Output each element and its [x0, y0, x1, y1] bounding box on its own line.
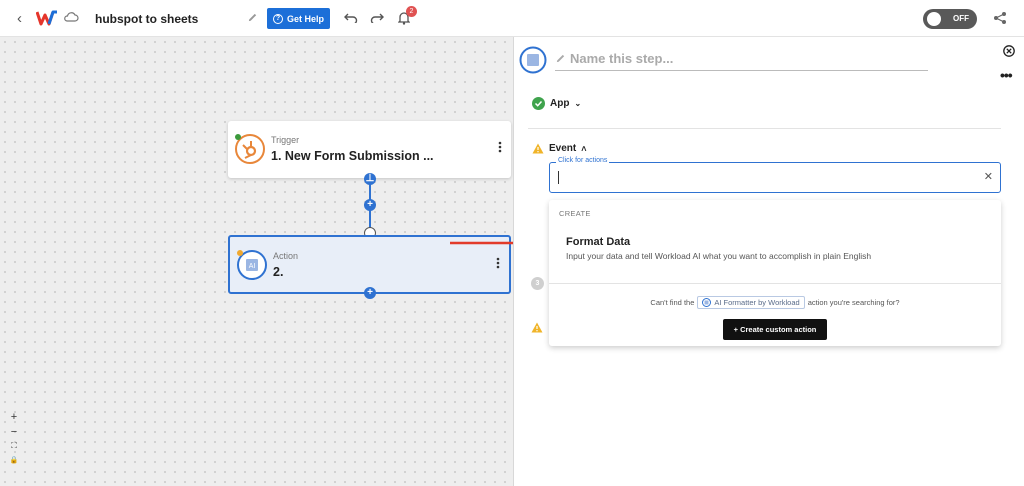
trigger-node[interactable]: Trigger 1. New Form Submission ... — [228, 121, 511, 178]
chevron-up-icon: ˄ — [581, 143, 587, 154]
cant-find-line: Can't find the AI Formatter by Workload … — [549, 296, 1001, 309]
app-section-label: App — [550, 98, 570, 109]
add-step-below-button[interactable]: + — [364, 287, 376, 299]
add-step-button[interactable]: + — [364, 199, 376, 211]
cant-find-prefix: Can't find the — [650, 298, 695, 307]
workflow-title[interactable]: hubspot to sheets — [95, 12, 198, 26]
step-name-placeholder: Name this step... — [570, 51, 674, 66]
workflow-canvas[interactable]: Trigger 1. New Form Submission ... ⊥ + A… — [0, 37, 513, 486]
redo-icon[interactable] — [370, 11, 384, 23]
zoom-in-button[interactable]: + — [6, 411, 22, 426]
ai-formatter-icon: AI — [237, 250, 267, 280]
cant-find-suffix: action you're searching for? — [807, 298, 900, 307]
dropdown-group-label: CREATE — [559, 209, 591, 218]
warning-icon — [531, 322, 543, 333]
step-app-icon — [519, 46, 547, 74]
warning-icon — [532, 143, 544, 154]
cloud-icon — [64, 12, 79, 22]
notification-count-badge: 2 — [406, 6, 417, 17]
back-chevron-icon[interactable]: ‹ — [17, 10, 22, 27]
app-section-header[interactable]: App ⌄ — [532, 97, 581, 110]
step-name-input[interactable]: Name this step... — [555, 49, 928, 71]
trigger-title: 1. New Form Submission ... — [271, 149, 434, 163]
workload-logo[interactable] — [36, 10, 58, 26]
dropdown-divider — [549, 283, 1001, 284]
chip-label: AI Formatter by Workload — [714, 298, 800, 307]
action-type-label: Action — [273, 251, 299, 261]
step-number-badge: 3 — [531, 277, 544, 290]
question-icon: ? — [272, 13, 283, 24]
zoom-controls: + − ⛶ 🔒 — [6, 411, 22, 471]
text-caret — [558, 171, 559, 184]
top-bar: ‹ hubspot to sheets ? Get Help 2 OFF — [0, 0, 1024, 37]
divider — [528, 128, 1001, 129]
action-search-input[interactable]: Click for actions ✕ — [549, 157, 1001, 193]
trigger-menu-icon[interactable] — [498, 141, 502, 153]
branch-add-icon[interactable]: ⊥ — [364, 173, 376, 185]
action-dropdown: CREATE Format Data Input your data and t… — [549, 200, 1001, 346]
fit-view-button[interactable]: ⛶ — [6, 441, 22, 456]
step-config-panel: Name this step... ••• App ⌄ Event ˄ Clic… — [513, 37, 1024, 486]
zoom-out-button[interactable]: − — [6, 426, 22, 441]
check-circle-icon — [532, 97, 545, 110]
event-section-header[interactable]: Event ˄ — [532, 143, 587, 154]
svg-text:AI: AI — [249, 263, 256, 270]
ai-formatter-chip-icon — [702, 298, 712, 307]
create-custom-action-button[interactable]: + Create custom action — [723, 319, 827, 340]
lock-button[interactable]: 🔒 — [6, 456, 22, 471]
hubspot-icon — [235, 134, 265, 164]
undo-icon[interactable] — [344, 11, 358, 23]
action-title: 2. — [273, 265, 284, 279]
trigger-type-label: Trigger — [271, 135, 300, 145]
get-help-label: Get Help — [286, 13, 324, 24]
close-panel-icon[interactable] — [1003, 45, 1015, 57]
edit-pencil-icon[interactable] — [247, 12, 258, 23]
action-input-legend: Click for actions — [556, 157, 610, 164]
more-options-icon[interactable]: ••• — [1000, 67, 1013, 83]
pencil-icon — [556, 54, 565, 63]
chevron-down-icon: ⌄ — [574, 99, 582, 108]
workflow-on-off-toggle[interactable]: OFF — [923, 9, 977, 29]
format-data-option[interactable]: Format Data Input your data and tell Wor… — [549, 228, 1001, 270]
toggle-knob — [927, 12, 941, 26]
get-help-button[interactable]: ? Get Help — [267, 8, 330, 29]
clear-icon[interactable]: ✕ — [984, 170, 993, 183]
ai-formatter-chip: AI Formatter by Workload — [697, 296, 805, 309]
toggle-label: OFF — [953, 14, 969, 23]
option-title: Format Data — [566, 236, 631, 248]
action-menu-icon[interactable] — [496, 257, 500, 269]
event-section-label: Event — [549, 143, 577, 154]
share-icon[interactable] — [993, 11, 1007, 25]
option-description: Input your data and tell Workload AI wha… — [566, 251, 872, 261]
